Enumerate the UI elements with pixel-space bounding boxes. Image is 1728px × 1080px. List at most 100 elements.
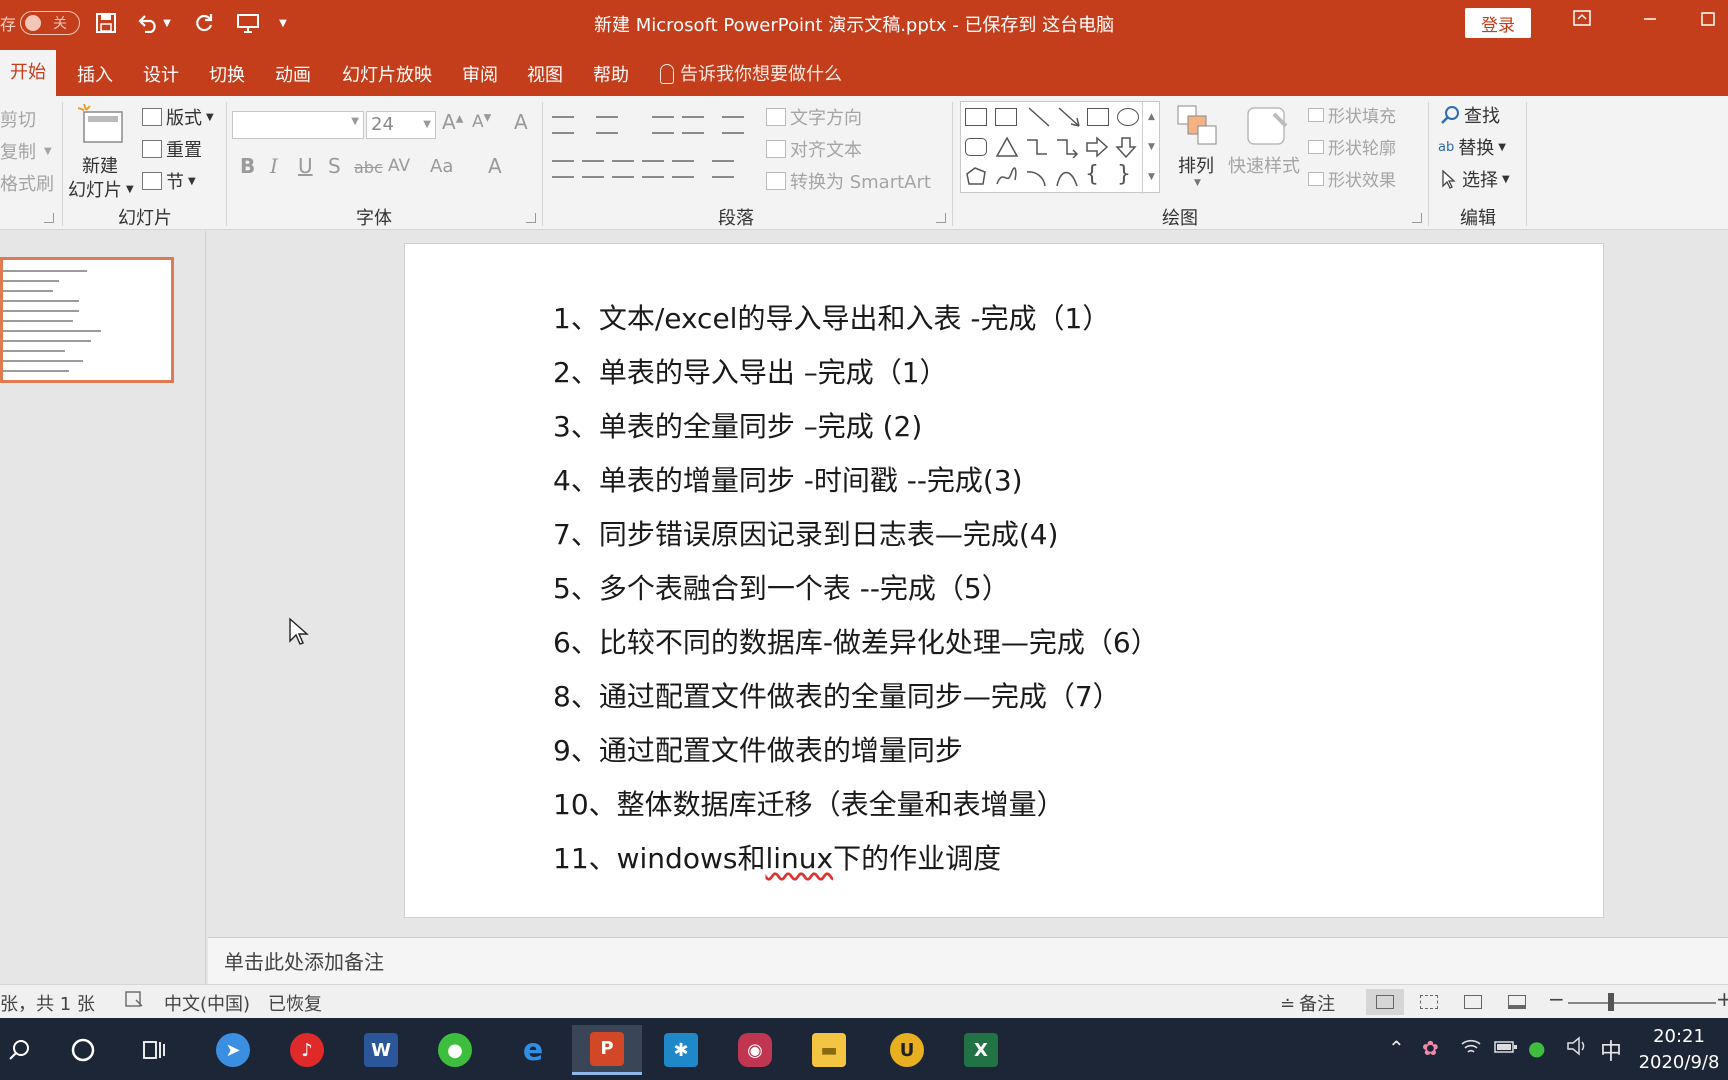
chevron-up-icon[interactable]: ▲ [1148, 112, 1155, 122]
copy-button[interactable]: 复制 ▼ [0, 138, 52, 164]
network-tool-app-icon[interactable]: ✱ [646, 1025, 716, 1075]
text-direction-button[interactable]: 文字方向 [766, 104, 862, 130]
cut-button[interactable]: 剪切 [0, 106, 36, 132]
paragraph-dialog-launcher-icon[interactable] [936, 213, 946, 223]
align-left-icon[interactable] [552, 160, 574, 178]
tab-insert[interactable]: 插入 [67, 56, 123, 96]
font-name-combobox[interactable]: ▼ [232, 111, 364, 139]
language-indicator[interactable]: 中文(中国) [164, 990, 250, 1016]
normal-view-button[interactable] [1366, 989, 1404, 1015]
replace-button[interactable]: ab 替换 ▼ [1438, 134, 1506, 160]
ultraedit-app-icon[interactable]: U [872, 1025, 942, 1075]
bullets-icon[interactable] [552, 116, 574, 134]
font-color-icon[interactable]: A [488, 154, 502, 178]
shape-fill-button[interactable]: 形状填充 [1308, 102, 1396, 127]
autosave-switch[interactable]: 关 [20, 11, 81, 35]
scribble-shape-icon[interactable] [995, 166, 1019, 192]
increase-indent-icon[interactable] [682, 116, 704, 134]
rectangle-shape-icon[interactable] [1087, 108, 1109, 126]
tab-transitions[interactable]: 切换 [199, 56, 255, 96]
decrease-font-size-icon[interactable]: A▼ [472, 112, 491, 132]
powerpoint-app-icon[interactable]: P [572, 1025, 642, 1075]
cortana-icon[interactable] [48, 1025, 118, 1075]
align-text-button[interactable]: 对齐文本 [766, 136, 862, 162]
notes-toggle-button[interactable]: ≐ 备注 [1280, 990, 1335, 1016]
slide-bullet-line[interactable]: 6、比较不同的数据库-做差异化处理—完成（6） [553, 621, 1159, 661]
select-button[interactable]: 选择 ▼ [1440, 166, 1510, 192]
notes-pane[interactable]: 单击此处添加备注 [208, 937, 1728, 984]
oval-shape-icon[interactable] [1117, 108, 1139, 126]
zoom-slider[interactable] [1568, 1002, 1716, 1004]
tab-review[interactable]: 审阅 [452, 56, 508, 96]
autosave-toggle[interactable]: 存 关 [0, 8, 81, 38]
tab-help[interactable]: 帮助 [583, 56, 639, 96]
character-spacing-icon[interactable]: AV [388, 156, 410, 176]
format-painter-button[interactable]: 格式刷 [0, 170, 54, 196]
clear-formatting-icon[interactable]: A [514, 110, 528, 134]
font-size-combobox[interactable]: 24 ▼ [366, 111, 436, 139]
align-right-icon[interactable] [612, 160, 634, 178]
shapes-gallery[interactable]: { } [960, 101, 1160, 193]
slide-bullet-line[interactable]: 2、单表的导入导出 –完成（1） [553, 351, 948, 391]
chevron-down-icon[interactable]: ▼ [1148, 142, 1155, 152]
quick-styles-button[interactable]: 快速样式 [1228, 152, 1300, 178]
justify-icon[interactable] [642, 160, 664, 178]
numbering-icon[interactable] [596, 116, 618, 134]
underline-icon[interactable]: U [298, 154, 313, 178]
find-button[interactable]: 查找 [1440, 102, 1500, 128]
tab-home[interactable]: 开始 [0, 50, 56, 96]
wechat-tray-icon[interactable]: ● [1528, 1036, 1545, 1060]
vertical-textbox-shape-icon[interactable] [995, 108, 1017, 126]
section-button[interactable]: 节 ▼ [142, 168, 196, 194]
feishu-app-icon[interactable]: ➤ [198, 1025, 268, 1075]
battery-icon[interactable] [1494, 1036, 1518, 1060]
slide-bullet-line[interactable]: 4、单表的增量同步 -时间戳 --完成(3) [553, 459, 1023, 499]
more-icon[interactable]: ▼ [1148, 172, 1155, 182]
reading-view-button[interactable] [1454, 989, 1492, 1015]
search-icon[interactable] [0, 1025, 54, 1075]
new-slide-button[interactable]: 幻灯片 ▼ [68, 176, 134, 202]
tab-view[interactable]: 视图 [517, 56, 573, 96]
arrange-button[interactable]: 排列 [1178, 152, 1214, 178]
shape-outline-button[interactable]: 形状轮廓 [1308, 134, 1396, 159]
ime-indicator[interactable]: 中 [1600, 1034, 1622, 1066]
taskbar-clock[interactable]: 20:21 2020/9/8 [1630, 1024, 1728, 1076]
right-arrow-shape-icon[interactable] [1085, 136, 1109, 162]
left-brace-shape-icon[interactable]: { [1085, 162, 1099, 187]
line-shape-icon[interactable] [1027, 106, 1051, 132]
slide-bullet-line[interactable]: 7、同步错误原因记录到日志表—完成(4) [553, 513, 1058, 553]
slide-bullet-line[interactable]: 9、通过配置文件做表的增量同步 [553, 729, 963, 769]
decrease-indent-icon[interactable] [652, 116, 674, 134]
new-slide-icon[interactable] [77, 103, 124, 144]
wifi-icon[interactable] [1460, 1036, 1482, 1061]
login-button[interactable]: 登录 [1465, 8, 1531, 38]
tell-me-search[interactable]: 告诉我你想要做什么 [660, 60, 842, 86]
tab-animations[interactable]: 动画 [265, 56, 321, 96]
convert-smartart-button[interactable]: 转换为 SmartArt [766, 168, 931, 194]
strikethrough-icon[interactable]: abc [354, 158, 383, 177]
elbow-arrow-connector-icon[interactable] [1055, 136, 1079, 162]
textbox-shape-icon[interactable] [965, 108, 987, 126]
slide-canvas[interactable]: 1、文本/excel的导入导出和入表 -完成（1） 2、单表的导入导出 –完成（… [404, 243, 1604, 918]
increase-font-size-icon[interactable]: A▲ [442, 110, 463, 134]
down-arrow-shape-icon[interactable] [1115, 136, 1139, 162]
arrange-icon[interactable] [1176, 104, 1218, 148]
excel-app-icon[interactable]: X [946, 1025, 1016, 1075]
ribbon-display-options-icon[interactable] [1562, 10, 1602, 36]
drawing-dialog-launcher-icon[interactable] [1412, 213, 1422, 223]
wechat-app-icon[interactable]: ● [420, 1025, 490, 1075]
shapes-scroll[interactable]: ▲ ▼ ▼ [1142, 102, 1160, 194]
tab-design[interactable]: 设计 [133, 56, 189, 96]
slide-bullet-line[interactable]: 1、文本/excel的导入导出和入表 -完成（1） [553, 297, 1110, 337]
present-from-start-icon[interactable] [234, 9, 262, 37]
word-app-icon[interactable]: W [346, 1025, 416, 1075]
font-dialog-launcher-icon[interactable] [526, 213, 536, 223]
zoom-slider-thumb[interactable] [1608, 993, 1614, 1011]
slide-sorter-view-button[interactable] [1410, 989, 1448, 1015]
flower-tray-icon[interactable]: ✿ [1422, 1036, 1439, 1060]
spellcheck-icon[interactable] [124, 990, 144, 1013]
tab-slideshow[interactable]: 幻灯片放映 [332, 56, 442, 96]
redo-icon[interactable] [190, 9, 218, 37]
align-center-icon[interactable] [582, 160, 604, 178]
arrow-shape-icon[interactable] [1057, 106, 1081, 132]
